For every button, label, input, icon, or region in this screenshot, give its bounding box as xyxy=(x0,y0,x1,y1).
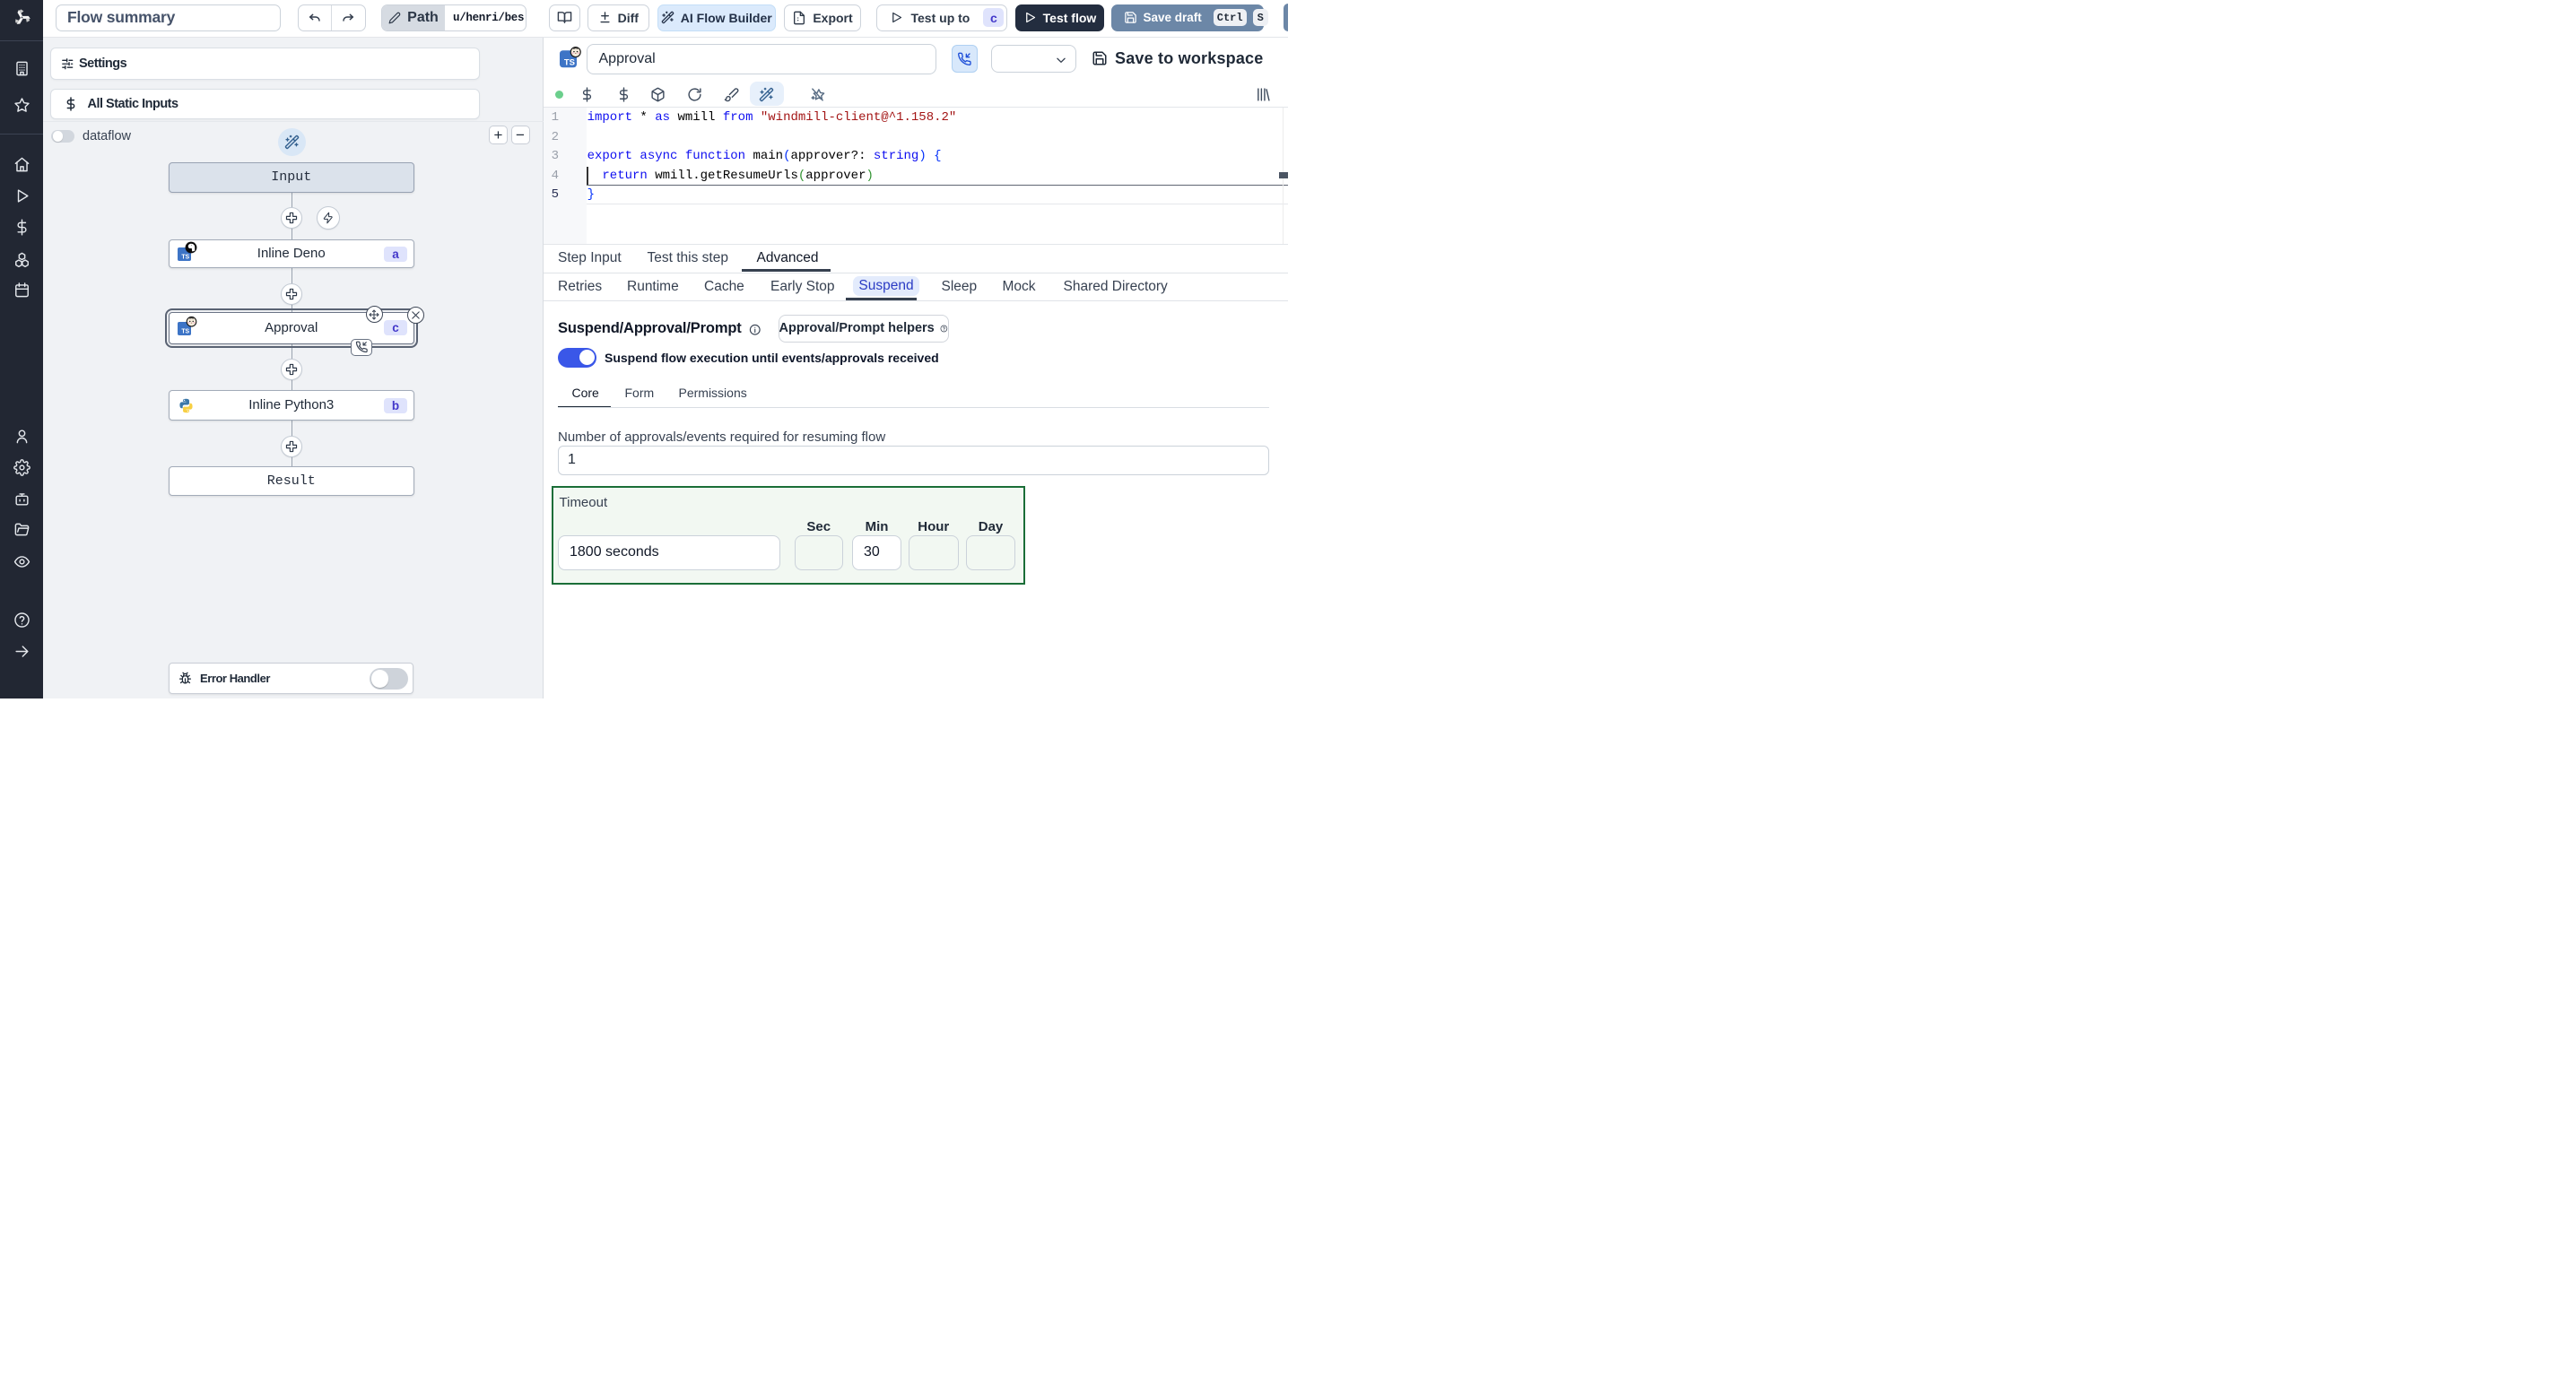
svg-text:TS: TS xyxy=(181,254,189,260)
svg-text:TS: TS xyxy=(564,57,575,67)
svg-text:TS: TS xyxy=(181,328,189,334)
